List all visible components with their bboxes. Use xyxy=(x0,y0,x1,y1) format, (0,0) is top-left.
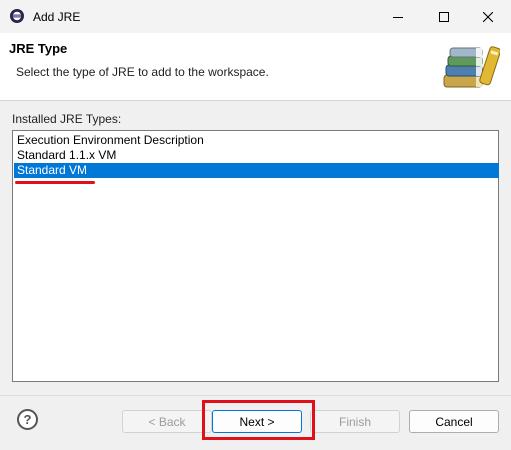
list-item-execution-environment[interactable]: Execution Environment Description xyxy=(14,133,499,148)
close-icon xyxy=(483,11,493,22)
list-item-standard-1-1-x-vm[interactable]: Standard 1.1.x VM xyxy=(14,148,499,163)
list-item-standard-vm[interactable]: Standard VM xyxy=(14,163,499,178)
highlight-box xyxy=(202,400,315,440)
page-description: Select the type of JRE to add to the wor… xyxy=(16,65,269,79)
minimize-button[interactable] xyxy=(375,0,421,33)
page-title: JRE Type xyxy=(9,41,68,56)
window-title: Add JRE xyxy=(33,10,81,24)
books-icon xyxy=(438,41,501,91)
eclipse-icon xyxy=(9,8,25,24)
back-button[interactable]: < Back xyxy=(122,410,212,433)
title-bar: Add JRE xyxy=(0,0,511,33)
cancel-button[interactable]: Cancel xyxy=(409,410,499,433)
finish-button[interactable]: Finish xyxy=(310,410,400,433)
jre-type-list[interactable]: Execution Environment Description Standa… xyxy=(12,130,499,382)
highlight-underline xyxy=(15,181,95,184)
installed-jre-types-label: Installed JRE Types: xyxy=(12,112,122,126)
close-button[interactable] xyxy=(465,0,511,33)
footer-separator xyxy=(0,395,511,396)
wizard-header: JRE Type Select the type of JRE to add t… xyxy=(0,33,511,101)
maximize-button[interactable] xyxy=(421,0,467,33)
help-icon[interactable]: ? xyxy=(17,409,38,430)
add-jre-dialog: Add JRE JRE Type Select the type of JRE … xyxy=(0,0,511,450)
